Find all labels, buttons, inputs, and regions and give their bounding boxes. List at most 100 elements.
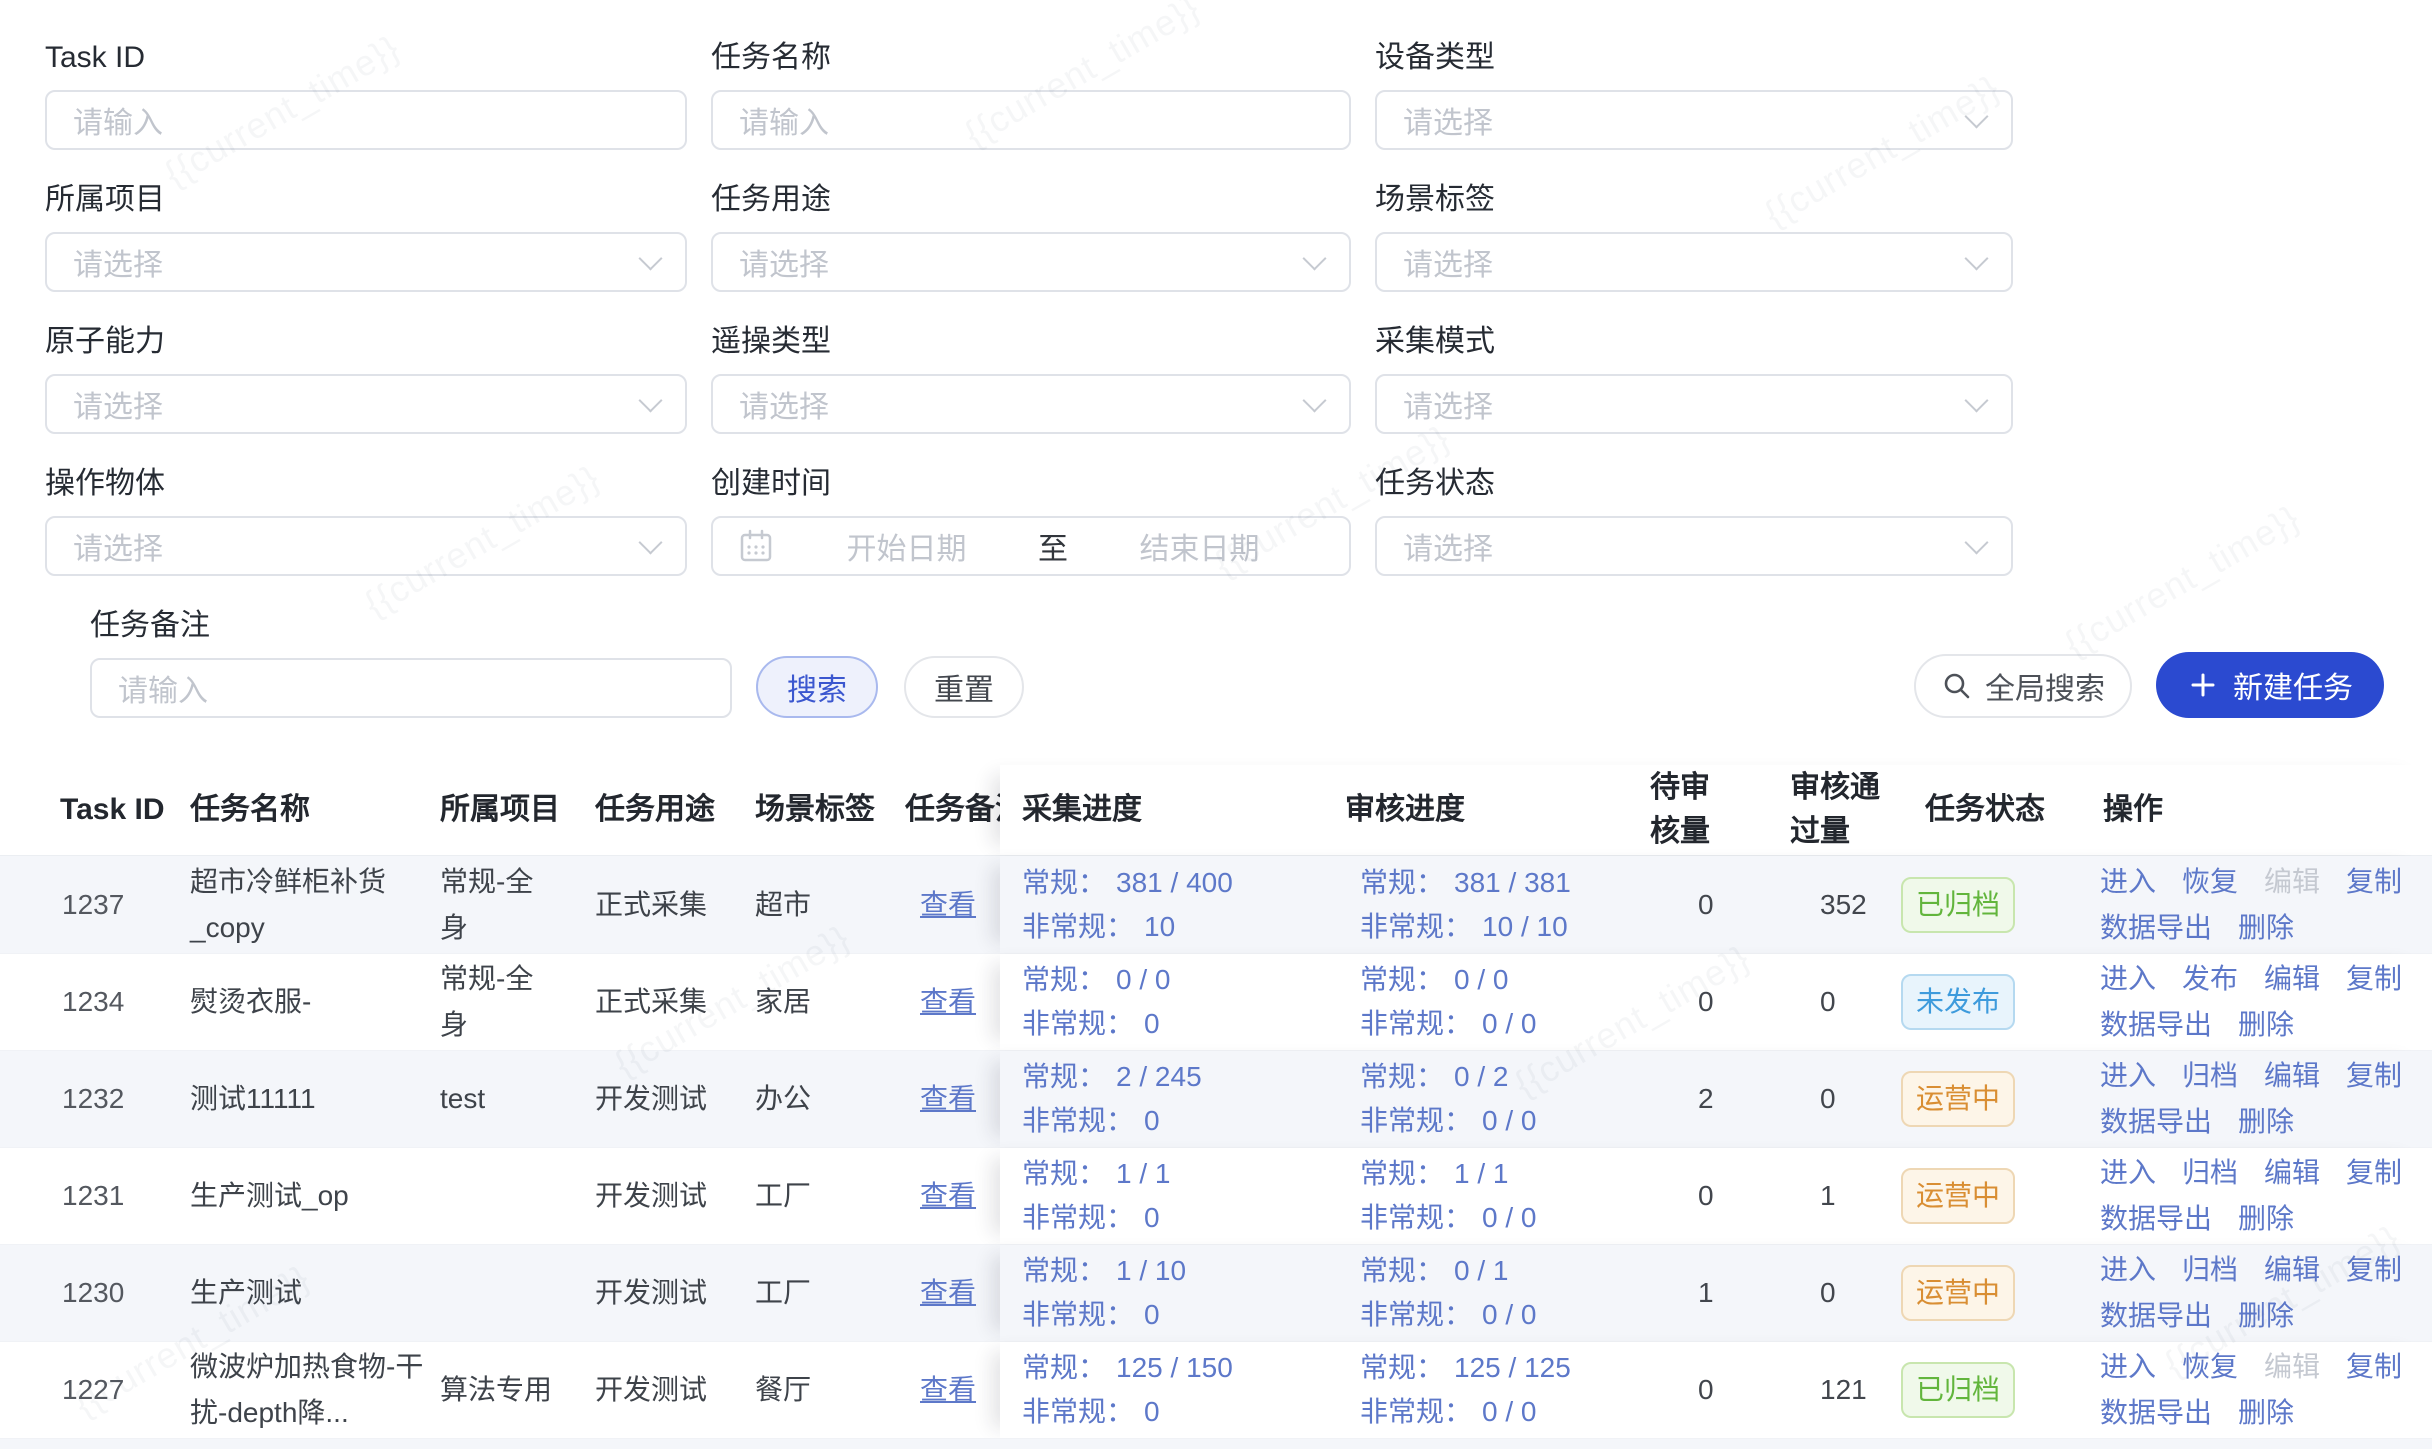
row-action-link[interactable]: 删除	[2238, 1008, 2294, 1042]
row-action-link[interactable]: 归档	[2182, 1156, 2238, 1190]
cell-review-progress: 常规：0 / 2非常规：0 / 0	[1360, 1051, 1675, 1147]
cell-task-id: 1232	[62, 1051, 172, 1147]
row-action-link[interactable]: 归档	[2182, 1253, 2238, 1287]
cell-task-id: 1231	[62, 1148, 172, 1244]
cell-review-progress: 常规：125 / 125非常规：0 / 0	[1360, 1342, 1675, 1438]
chevron-down-icon	[638, 530, 662, 554]
table-body: 1237超市冷鲜柜补货_copy常规-全身正式采集超市查看常规：381 / 40…	[0, 856, 2432, 1449]
view-remark-link[interactable]: 查看	[920, 1367, 976, 1413]
progress-value: 0 / 0	[1454, 960, 1508, 1000]
row-action-link[interactable]: 进入	[2100, 1059, 2156, 1093]
progress-value: 0 / 0	[1482, 1392, 1536, 1432]
select-field[interactable]: 请选择	[711, 374, 1351, 434]
cell-task-name: 超市冷鲜柜补货_copy	[190, 856, 425, 953]
select-field[interactable]: 请选择	[1375, 232, 2013, 292]
row-action-link[interactable]: 发布	[2182, 962, 2238, 996]
filter-field: 任务用途请选择	[711, 182, 1351, 292]
cell-project: test	[440, 1051, 552, 1147]
select-field[interactable]: 请选择	[711, 232, 1351, 292]
table-row	[0, 1438, 2432, 1449]
select-field[interactable]: 请选择	[45, 374, 687, 434]
date-end-placeholder: 结束日期	[1074, 524, 1325, 568]
date-start-placeholder: 开始日期	[781, 524, 1032, 568]
row-action-link[interactable]: 归档	[2182, 1059, 2238, 1093]
select-field[interactable]: 请选择	[1375, 374, 2013, 434]
select-field[interactable]: 请选择	[45, 232, 687, 292]
cell-status: 已归档	[1901, 1342, 2015, 1438]
cell-status: 运营中	[1901, 1148, 2015, 1244]
select-field[interactable]: 请选择	[45, 516, 687, 576]
select-field[interactable]: 请选择	[1375, 516, 2013, 576]
placeholder-text: 请输入	[73, 98, 163, 142]
view-remark-link[interactable]: 查看	[920, 1270, 976, 1316]
row-action-link[interactable]: 进入	[2100, 1350, 2156, 1384]
progress-label: 常规：	[1022, 1057, 1106, 1097]
placeholder-text: 请选择	[1403, 98, 1493, 142]
row-action-link[interactable]: 数据导出	[2100, 1202, 2212, 1236]
row-action-link[interactable]: 编辑	[2264, 1059, 2320, 1093]
select-field[interactable]: 请选择	[1375, 90, 2013, 150]
table-row: 1237超市冷鲜柜补货_copy常规-全身正式采集超市查看常规：381 / 40…	[0, 856, 2432, 953]
progress-line: 常规：0 / 2	[1360, 1057, 1509, 1097]
placeholder-text: 请输入	[118, 666, 208, 710]
progress-value: 0	[1144, 1392, 1160, 1432]
progress-line: 常规：0 / 0	[1022, 960, 1171, 1000]
col-header-purpose: 任务用途	[595, 765, 715, 855]
progress-value: 10	[1144, 907, 1175, 947]
view-remark-link[interactable]: 查看	[920, 1076, 976, 1122]
row-fixed-panel: 常规：1 / 1非常规：0常规：1 / 1非常规：0 / 001运营中进入归档编…	[1000, 1148, 2432, 1244]
row-action-link[interactable]: 恢复	[2182, 865, 2238, 899]
chevron-down-icon	[1964, 388, 1988, 412]
row-action-link[interactable]: 数据导出	[2100, 1299, 2212, 1333]
row-action-link[interactable]: 恢复	[2182, 1350, 2238, 1384]
row-action-link[interactable]: 复制	[2346, 865, 2402, 899]
date-separator: 至	[1038, 524, 1068, 568]
cell-pending-count: 2	[1698, 1051, 1768, 1147]
progress-line: 非常规：0 / 0	[1360, 1198, 1537, 1238]
row-action-link[interactable]: 复制	[2346, 962, 2402, 996]
progress-label: 非常规：	[1022, 1101, 1134, 1141]
row-action-link[interactable]: 删除	[2238, 1396, 2294, 1430]
text-input-field[interactable]: 请输入	[45, 90, 687, 150]
row-action-link[interactable]: 编辑	[2264, 962, 2320, 996]
row-action-link[interactable]: 数据导出	[2100, 1396, 2212, 1430]
view-remark-link[interactable]: 查看	[920, 1173, 976, 1219]
row-action-link[interactable]: 数据导出	[2100, 1105, 2212, 1139]
row-action-link[interactable]: 进入	[2100, 1253, 2156, 1287]
row-action-link[interactable]: 删除	[2238, 911, 2294, 945]
create-task-button[interactable]: 新建任务	[2156, 652, 2384, 718]
progress-line: 常规：1 / 10	[1022, 1251, 1186, 1291]
row-action-link[interactable]: 复制	[2346, 1156, 2402, 1190]
row-action-link[interactable]: 进入	[2100, 962, 2156, 996]
cell-pending-count: 1	[1698, 1245, 1768, 1341]
progress-label: 常规：	[1360, 1154, 1444, 1194]
remark-input[interactable]: 请输入	[90, 658, 732, 718]
row-action-link[interactable]: 删除	[2238, 1202, 2294, 1236]
row-action-link[interactable]: 数据导出	[2100, 1008, 2212, 1042]
row-action-link[interactable]: 编辑	[2264, 1156, 2320, 1190]
row-action-link[interactable]: 删除	[2238, 1105, 2294, 1139]
row-action-link[interactable]: 进入	[2100, 865, 2156, 899]
reset-button[interactable]: 重置	[904, 656, 1024, 718]
progress-value: 381 / 400	[1116, 863, 1233, 903]
date-range-picker[interactable]: 开始日期至结束日期	[711, 516, 1351, 576]
row-action-link[interactable]: 数据导出	[2100, 911, 2212, 945]
row-action-link[interactable]: 进入	[2100, 1156, 2156, 1190]
search-button[interactable]: 搜索	[756, 656, 878, 718]
row-action-link[interactable]: 删除	[2238, 1299, 2294, 1333]
row-action-link[interactable]: 复制	[2346, 1350, 2402, 1384]
progress-line: 常规：0 / 1	[1360, 1251, 1509, 1291]
cell-task-name: 测试11111	[190, 1051, 425, 1147]
row-action-link[interactable]: 复制	[2346, 1253, 2402, 1287]
row-action-link[interactable]: 复制	[2346, 1059, 2402, 1093]
row-action-link[interactable]: 编辑	[2264, 1253, 2320, 1287]
filter-field-label: 创建时间	[711, 466, 1351, 502]
text-input-field[interactable]: 请输入	[711, 90, 1351, 150]
view-remark-link[interactable]: 查看	[920, 979, 976, 1025]
cell-remark: 查看	[920, 1051, 1000, 1147]
calendar-icon	[737, 527, 775, 565]
chevron-down-icon	[1302, 246, 1326, 270]
progress-value: 0 / 0	[1116, 960, 1170, 1000]
view-remark-link[interactable]: 查看	[920, 882, 976, 928]
global-search-button[interactable]: 全局搜索	[1914, 654, 2132, 718]
